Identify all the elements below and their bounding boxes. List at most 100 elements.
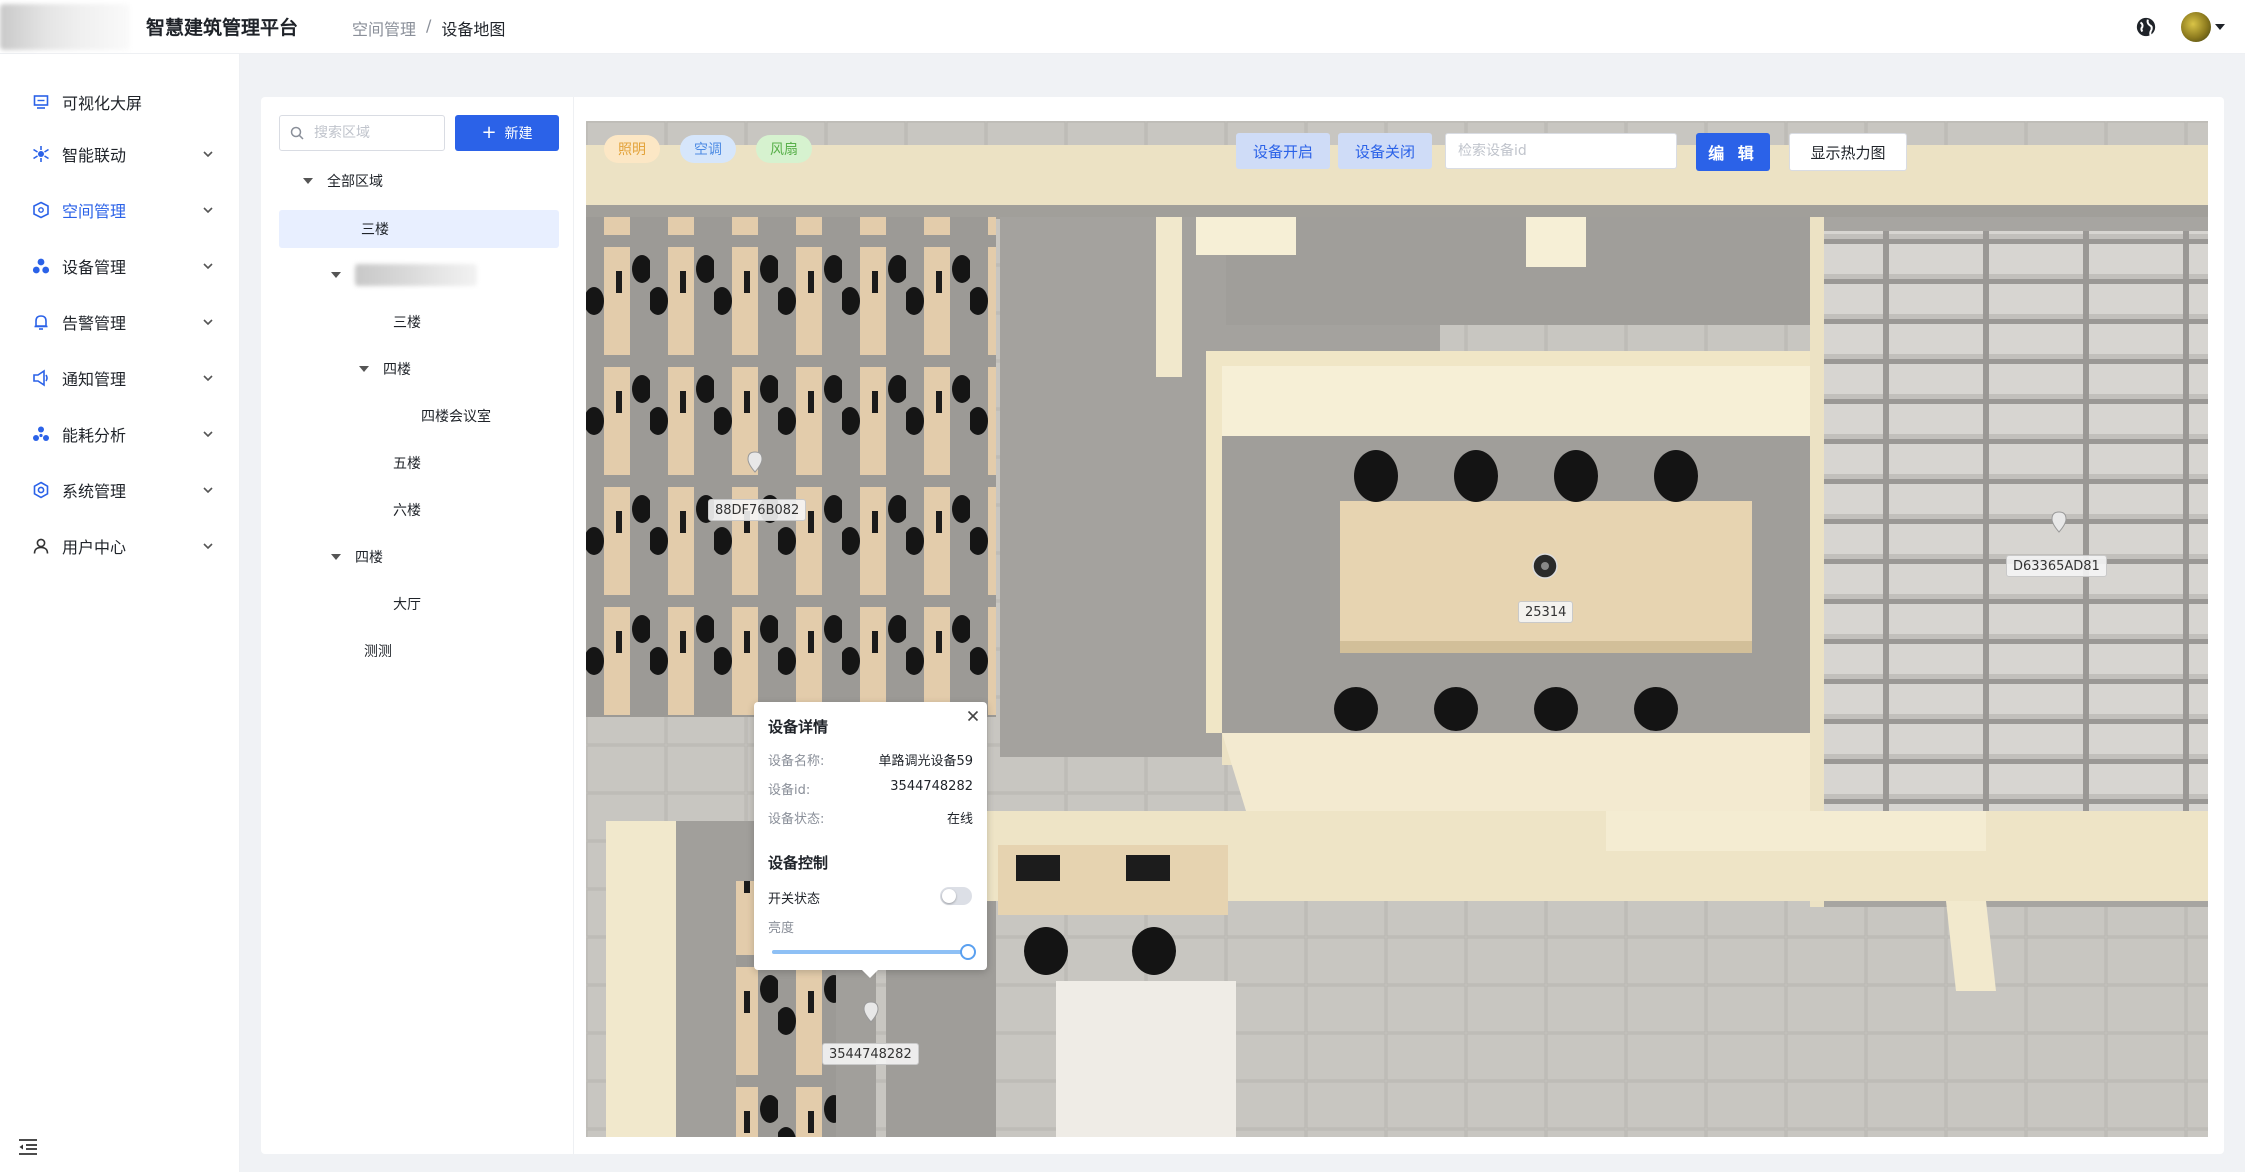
tree-node[interactable] [331,257,561,293]
toggle-knob[interactable] [942,889,956,903]
tree-node[interactable]: 测测 [364,633,392,669]
breadcrumb-separator: / [426,16,432,35]
floor-map-3d[interactable]: 照明 空调 风扇 设备开启 设备关闭 编 辑 显示热力图 88DF76B082 … [586,121,2208,1137]
device-search-field[interactable] [1445,133,1677,169]
chevron-down-icon [203,263,213,270]
area-search-field[interactable] [279,115,445,151]
device-id-search-input[interactable] [1458,143,1658,159]
brightness-label: 亮度 [768,921,795,936]
app-title: 智慧建筑管理平台 [146,17,299,39]
filter-tag-lighting[interactable]: 照明 [604,135,660,163]
filter-tag-fan[interactable]: 风扇 [756,135,812,163]
slider-fill [772,950,968,954]
edit-button[interactable]: 编 辑 [1696,133,1770,171]
tree-node[interactable]: 四楼 [359,351,411,387]
detail-key: 设备id: [768,783,811,798]
device-label[interactable]: D63365AD81 [2006,555,2107,577]
device-pin-icon[interactable] [746,451,764,473]
sidebar-item-label: 通知管理 [62,370,127,389]
area-search-input[interactable] [314,125,424,141]
caret-down-icon [331,272,341,278]
sidebar-item-linkage[interactable]: 智能联动 [0,134,240,174]
popup-title: 设备详情 [768,718,829,736]
area-tree-panel: + 新建 全部区域 三楼 三楼 四楼 四楼会议室 [261,97,574,1154]
detail-key: 设备名称: [768,754,825,769]
user-icon [32,537,50,555]
sidebar-item-label: 空间管理 [62,202,127,221]
show-heatmap-button[interactable]: 显示热力图 [1789,133,1907,171]
brightness-slider[interactable] [772,944,976,960]
tree-node-label: 四楼 [355,550,383,566]
sidebar-item-label: 告警管理 [62,314,127,333]
device-marker-icon[interactable] [1532,553,1558,579]
detail-key: 设备状态: [768,812,825,827]
new-area-label: 新建 [504,126,533,142]
sidebar-item-label: 智能联动 [62,146,127,165]
energy-icon [32,425,50,443]
tree-node[interactable]: 四楼会议室 [421,398,491,434]
filter-tag-ac[interactable]: 空调 [680,135,736,163]
globe-icon[interactable] [2135,16,2157,38]
breadcrumb: 空间管理 / 设备地图 [352,16,505,40]
turn-off-devices-button[interactable]: 设备关闭 [1338,133,1432,169]
sidebar-item-label: 设备管理 [62,258,127,277]
chevron-down-icon [203,375,213,382]
close-icon[interactable] [967,710,979,722]
tree-node[interactable]: 五楼 [393,445,421,481]
caret-down-icon [331,554,341,560]
sidebar: 可视化大屏 智能联动 空间管理 设备管理 告警管理 通知管理 能耗分析 系统管理… [0,54,240,1172]
chevron-down-icon [203,431,213,438]
sidebar-item-alarms[interactable]: 告警管理 [0,302,240,342]
tree-node[interactable]: 大厅 [393,586,421,622]
power-toggle[interactable] [940,887,972,905]
breadcrumb-item-current: 设备地图 [441,20,506,39]
chevron-down-icon [203,487,213,494]
tree-node-label: 大厅 [393,597,421,613]
top-header: 智慧建筑管理平台 空间管理 / 设备地图 [0,0,2245,54]
device-pin-icon[interactable] [862,1001,880,1023]
chevron-down-icon [203,151,213,158]
tree-node[interactable]: 六楼 [393,492,421,528]
collapse-menu-icon[interactable] [18,1138,38,1156]
sidebar-item-system[interactable]: 系统管理 [0,470,240,510]
tree-node[interactable]: 四楼 [331,539,383,575]
device-label[interactable]: 25314 [1518,601,1574,623]
tree-node-label: 四楼 [383,362,411,378]
search-icon [290,126,304,140]
new-area-button[interactable]: + 新建 [455,115,559,151]
linkage-icon [32,145,50,163]
sidebar-item-label: 能耗分析 [62,426,127,445]
slider-thumb[interactable] [960,944,976,960]
tree-node[interactable]: 全部区域 [303,163,563,199]
avatar[interactable] [2181,12,2211,42]
sidebar-item-space[interactable]: 空间管理 [0,190,240,230]
turn-on-devices-button[interactable]: 设备开启 [1236,133,1330,169]
tree-node[interactable]: 三楼 [279,210,559,248]
chevron-down-icon [203,543,213,550]
detail-value: 单路调光设备59 [878,754,973,769]
device-control-title: 设备控制 [768,854,829,872]
sidebar-item-dashboard[interactable]: 可视化大屏 [0,82,240,122]
redacted-label [355,264,477,286]
sidebar-item-energy[interactable]: 能耗分析 [0,414,240,454]
device-label[interactable]: 88DF76B082 [708,499,807,521]
logo [0,4,130,50]
detail-row: 设备id: 3544748282 [768,779,973,798]
tree-node-label: 三楼 [361,222,389,238]
tree-node[interactable]: 三楼 [393,304,421,340]
device-label[interactable]: 3544748282 [822,1043,919,1065]
chevron-down-icon [203,319,213,326]
breadcrumb-item-space[interactable]: 空间管理 [352,16,416,40]
sidebar-item-user-center[interactable]: 用户中心 [0,526,240,566]
user-menu[interactable] [2181,12,2225,42]
device-pin-icon[interactable] [2050,511,2068,533]
sidebar-item-notifications[interactable]: 通知管理 [0,358,240,398]
devices-icon [32,257,50,275]
tree-node-label: 五楼 [393,456,421,472]
sidebar-item-devices[interactable]: 设备管理 [0,246,240,286]
detail-value: 3544748282 [890,779,973,794]
floor-plan-render[interactable] [586,121,2208,1137]
chevron-down-icon [2215,24,2225,30]
detail-value: 在线 [946,812,973,827]
chevron-down-icon [203,207,213,214]
